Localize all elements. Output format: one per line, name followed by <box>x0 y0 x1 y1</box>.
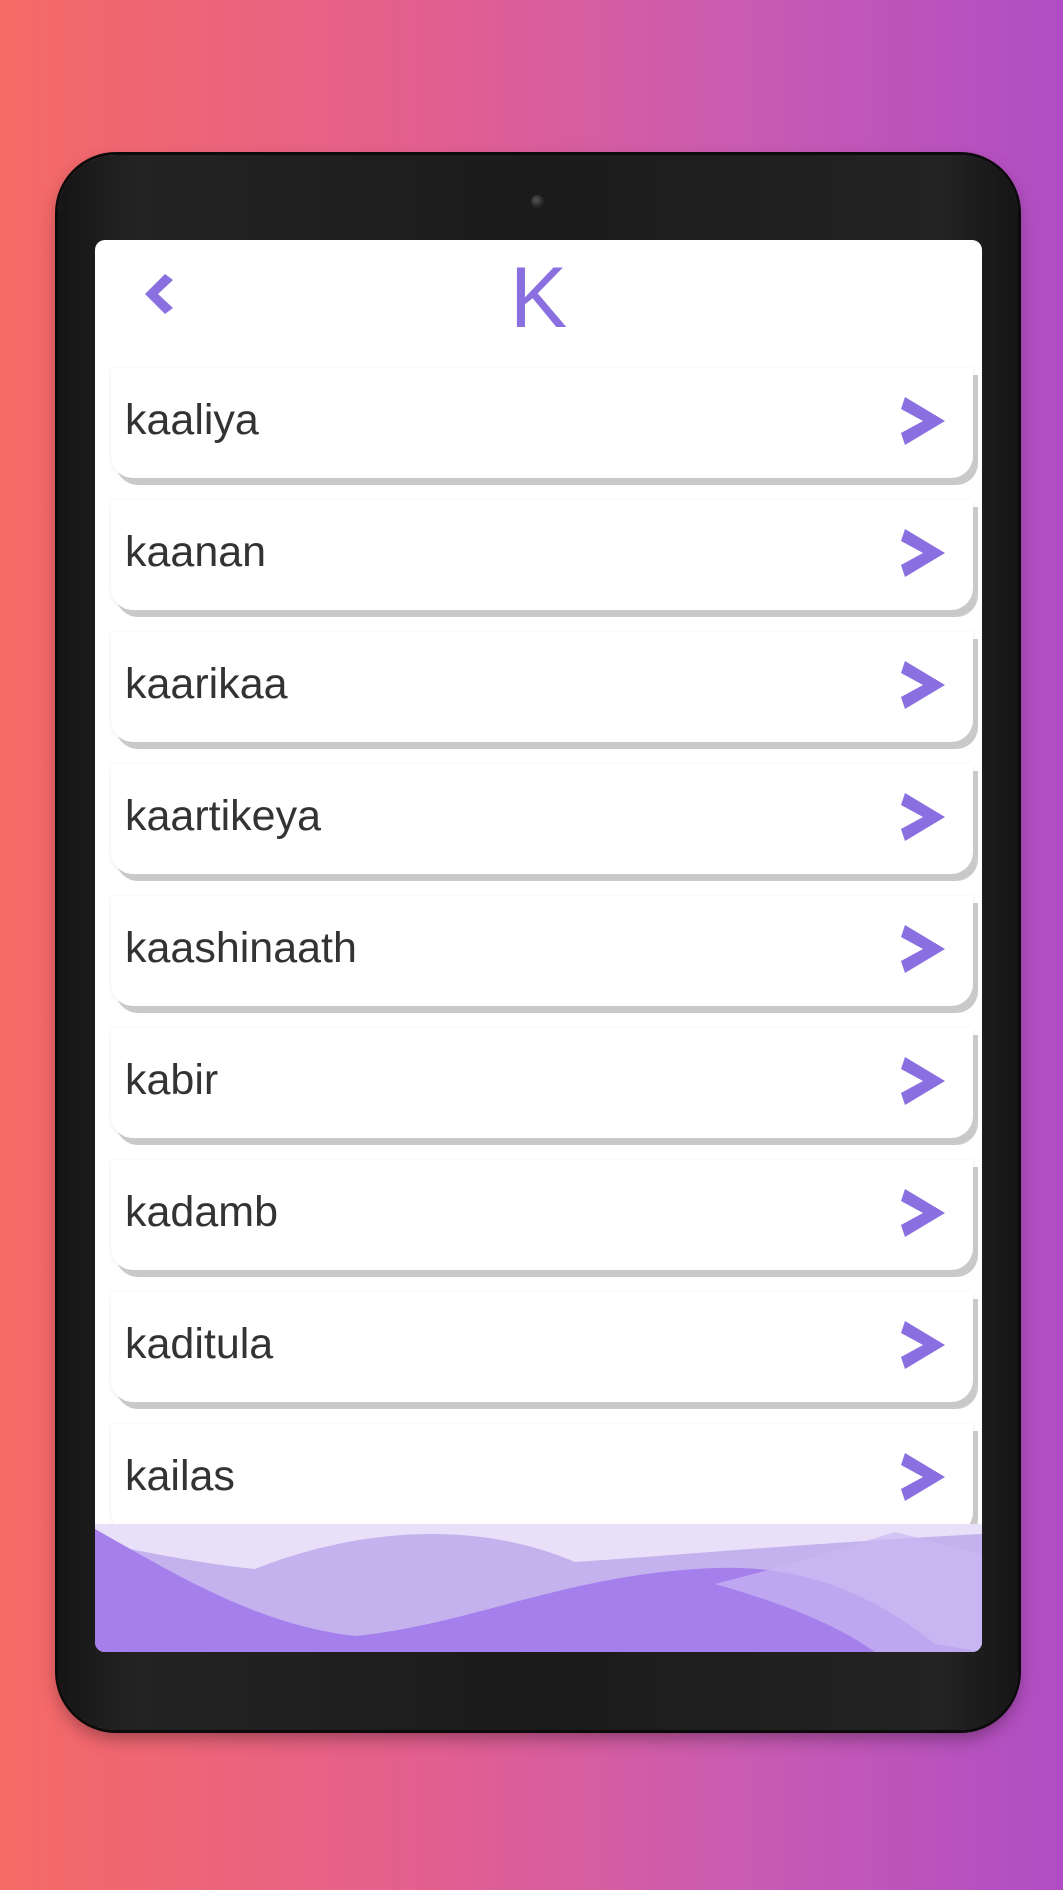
chevron-right-icon <box>901 1453 945 1501</box>
chevron-right-icon <box>901 397 945 445</box>
app-screen: kaaliya kaanan kaarikaa kaartikeya kaashinaa… <box>95 240 982 1652</box>
list-item-label: kaanan <box>125 528 267 576</box>
camera-icon <box>531 195 544 208</box>
chevron-right-icon <box>901 1189 945 1237</box>
list-item-label: kadamb <box>125 1188 278 1236</box>
list-item[interactable]: kaarikaa <box>111 632 973 742</box>
chevron-right-icon <box>901 1057 945 1105</box>
list-item[interactable]: kaaliya <box>111 368 973 478</box>
list-item-label: kailas <box>125 1452 235 1500</box>
header: K <box>95 240 982 358</box>
list-item[interactable]: kaditula <box>111 1292 973 1402</box>
list-item[interactable]: kailas <box>111 1424 973 1534</box>
list-item-label: kaashinaath <box>125 924 357 972</box>
chevron-right-icon <box>901 661 945 709</box>
chevron-right-icon <box>901 1321 945 1369</box>
chevron-right-icon <box>901 529 945 577</box>
list-item[interactable]: kabir <box>111 1028 973 1138</box>
chevron-right-icon <box>901 925 945 973</box>
list-item[interactable]: kaashinaath <box>111 896 973 1006</box>
page-title: K <box>509 250 568 346</box>
list-item-label: kaditula <box>125 1320 274 1368</box>
list-item[interactable]: kadamb <box>111 1160 973 1270</box>
list-item[interactable]: kaanan <box>111 500 973 610</box>
list-item-label: kaaliya <box>125 396 259 444</box>
name-list: kaaliya kaanan kaarikaa kaartikeya kaashinaa… <box>95 240 982 1652</box>
tablet-frame: kaaliya kaanan kaarikaa kaartikeya kaashinaa… <box>58 155 1018 1730</box>
list-item-label: kaartikeya <box>125 792 321 840</box>
list-item-label: kaarikaa <box>125 660 288 708</box>
list-item[interactable]: kaartikeya <box>111 764 973 874</box>
list-item-label: kabir <box>125 1056 219 1104</box>
chevron-right-icon <box>901 793 945 841</box>
